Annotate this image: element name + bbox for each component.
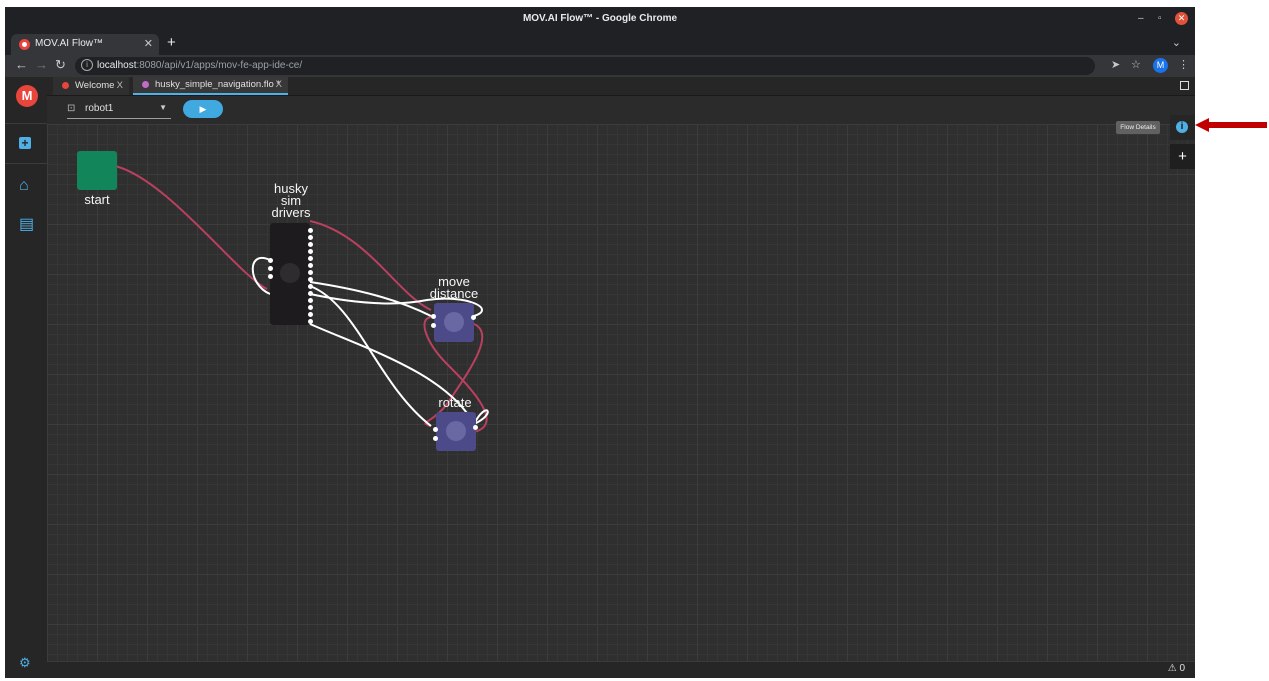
output-port[interactable]	[471, 315, 476, 320]
address-bar: ← → ↻ i localhost:8080/api/v1/apps/mov-f…	[5, 55, 1195, 77]
start-node[interactable]	[77, 151, 117, 190]
flow-links	[114, 165, 489, 433]
settings-gear-icon[interactable]: ⚙	[19, 655, 31, 671]
node-core-icon	[444, 312, 464, 332]
output-port[interactable]	[308, 242, 313, 247]
input-port[interactable]	[433, 436, 438, 441]
browser-tab-strip: MOV.AI Flow™ ✕ + ⌄	[5, 31, 1195, 55]
add-node-button[interactable]: +	[1170, 144, 1195, 169]
tab-welcome[interactable]: Welcome X	[53, 77, 129, 95]
tab-welcome-label: Welcome	[75, 80, 115, 91]
left-sidebar: M + ⌂ ▤ ⚙	[5, 77, 47, 678]
movai-favicon-icon	[19, 39, 30, 50]
sidebar-divider	[5, 123, 47, 124]
browser-window: MOV.AI Flow™ - Google Chrome – ▫ ✕ MOV.A…	[5, 7, 1195, 678]
chevron-down-icon: ▼	[159, 103, 167, 112]
output-port[interactable]	[308, 319, 313, 324]
window-title-bar: MOV.AI Flow™ - Google Chrome – ▫ ✕	[5, 7, 1195, 31]
input-port[interactable]	[431, 314, 436, 319]
tab-search-chevron-icon[interactable]: ⌄	[1172, 36, 1181, 49]
warnings-indicator[interactable]: ⚠ 0	[1168, 663, 1185, 674]
warning-icon: ⚠	[1167, 663, 1177, 674]
play-flow-button[interactable]: ▶	[183, 100, 223, 118]
flow-details-tooltip: Flow Details	[1116, 121, 1160, 134]
node-core-icon	[446, 421, 466, 441]
minimize-icon[interactable]: –	[1138, 7, 1144, 31]
output-port[interactable]	[308, 270, 313, 275]
close-window-icon[interactable]: ✕	[1175, 12, 1188, 25]
back-arrow-icon[interactable]: ←	[15, 57, 28, 72]
sidebar-divider	[5, 163, 47, 164]
node-core-icon	[280, 263, 300, 283]
drivers-node-label: husky sim drivers	[271, 181, 311, 220]
input-port[interactable]	[268, 258, 273, 263]
robot-select[interactable]: ⊡ robot1 ▼	[67, 100, 171, 119]
annotation-arrow-icon	[1195, 118, 1267, 132]
output-port[interactable]	[308, 263, 313, 268]
input-port[interactable]	[268, 266, 273, 271]
input-port[interactable]	[268, 274, 273, 279]
output-port[interactable]	[308, 256, 313, 261]
link-start-drivers[interactable]	[114, 165, 268, 290]
home-icon[interactable]: ⌂	[19, 177, 29, 195]
bookmark-star-icon[interactable]: ☆	[1131, 58, 1141, 71]
output-port[interactable]	[308, 277, 313, 282]
rotate-node[interactable]	[436, 412, 476, 451]
husky-sim-drivers-node[interactable]	[270, 223, 310, 325]
send-tab-icon[interactable]: ➤	[1111, 58, 1120, 71]
output-port[interactable]	[308, 298, 313, 303]
tab-husky-simple-navigation[interactable]: husky_simple_navigation.flo * X	[133, 77, 288, 95]
maximize-panel-icon[interactable]	[1180, 81, 1189, 90]
close-flow-tab-icon[interactable]: X	[276, 77, 282, 93]
close-welcome-tab-icon[interactable]: X	[117, 77, 123, 95]
flow-toolbar: ⊡ robot1 ▼ ▶	[47, 96, 1195, 124]
profile-avatar[interactable]: M	[1153, 58, 1168, 73]
input-port[interactable]	[433, 427, 438, 432]
output-port[interactable]	[308, 284, 313, 289]
reload-icon[interactable]: ↻	[55, 57, 66, 73]
robot-icon: ⊡	[67, 103, 76, 114]
flow-tab-icon	[142, 81, 149, 88]
output-port[interactable]	[308, 305, 313, 310]
browser-tab-movai-flow[interactable]: MOV.AI Flow™ ✕	[11, 34, 159, 55]
site-info-icon[interactable]: i	[81, 59, 93, 71]
output-port[interactable]	[473, 425, 478, 430]
info-icon: i	[1176, 121, 1188, 133]
close-tab-icon[interactable]: ✕	[144, 37, 153, 50]
move-distance-node[interactable]	[434, 303, 474, 342]
editor-tab-bar: Welcome X husky_simple_navigation.flo * …	[47, 77, 1195, 96]
rotate-node-label: rotate	[438, 395, 472, 410]
output-port[interactable]	[308, 228, 313, 233]
robot-select-value: robot1	[85, 103, 114, 114]
add-document-icon[interactable]: +	[19, 137, 31, 149]
start-node-label: start	[84, 192, 110, 207]
status-bar: ⚠ 0	[47, 661, 1195, 678]
output-port[interactable]	[308, 312, 313, 317]
new-tab-icon[interactable]: +	[167, 34, 176, 51]
movai-logo-icon[interactable]: M	[16, 85, 38, 107]
url-text: localhost:8080/api/v1/apps/mov-fe-app-id…	[97, 60, 303, 71]
url-input[interactable]: i localhost:8080/api/v1/apps/mov-fe-app-…	[75, 57, 1095, 75]
input-port[interactable]	[431, 323, 436, 328]
tab-flow-label: husky_simple_navigation.flo *	[155, 79, 281, 90]
output-port[interactable]	[308, 291, 313, 296]
warning-count: 0	[1179, 663, 1185, 674]
window-title: MOV.AI Flow™ - Google Chrome	[522, 13, 678, 24]
flow-details-button[interactable]: i	[1170, 115, 1195, 140]
explorer-document-icon[interactable]: ▤	[19, 214, 34, 234]
forward-arrow-icon[interactable]: →	[35, 57, 48, 72]
output-port[interactable]	[308, 235, 313, 240]
link-drivers-move-data[interactable]	[309, 281, 432, 317]
restore-icon[interactable]: ▫	[1158, 7, 1162, 31]
move-node-label: move distance	[429, 274, 479, 301]
browser-menu-icon[interactable]: ⋮	[1178, 58, 1189, 71]
flow-canvas[interactable]: start husky sim drivers move distance ro…	[47, 124, 1195, 661]
output-port[interactable]	[308, 249, 313, 254]
browser-tab-label: MOV.AI Flow™	[35, 38, 103, 49]
movai-tab-icon	[62, 82, 69, 89]
